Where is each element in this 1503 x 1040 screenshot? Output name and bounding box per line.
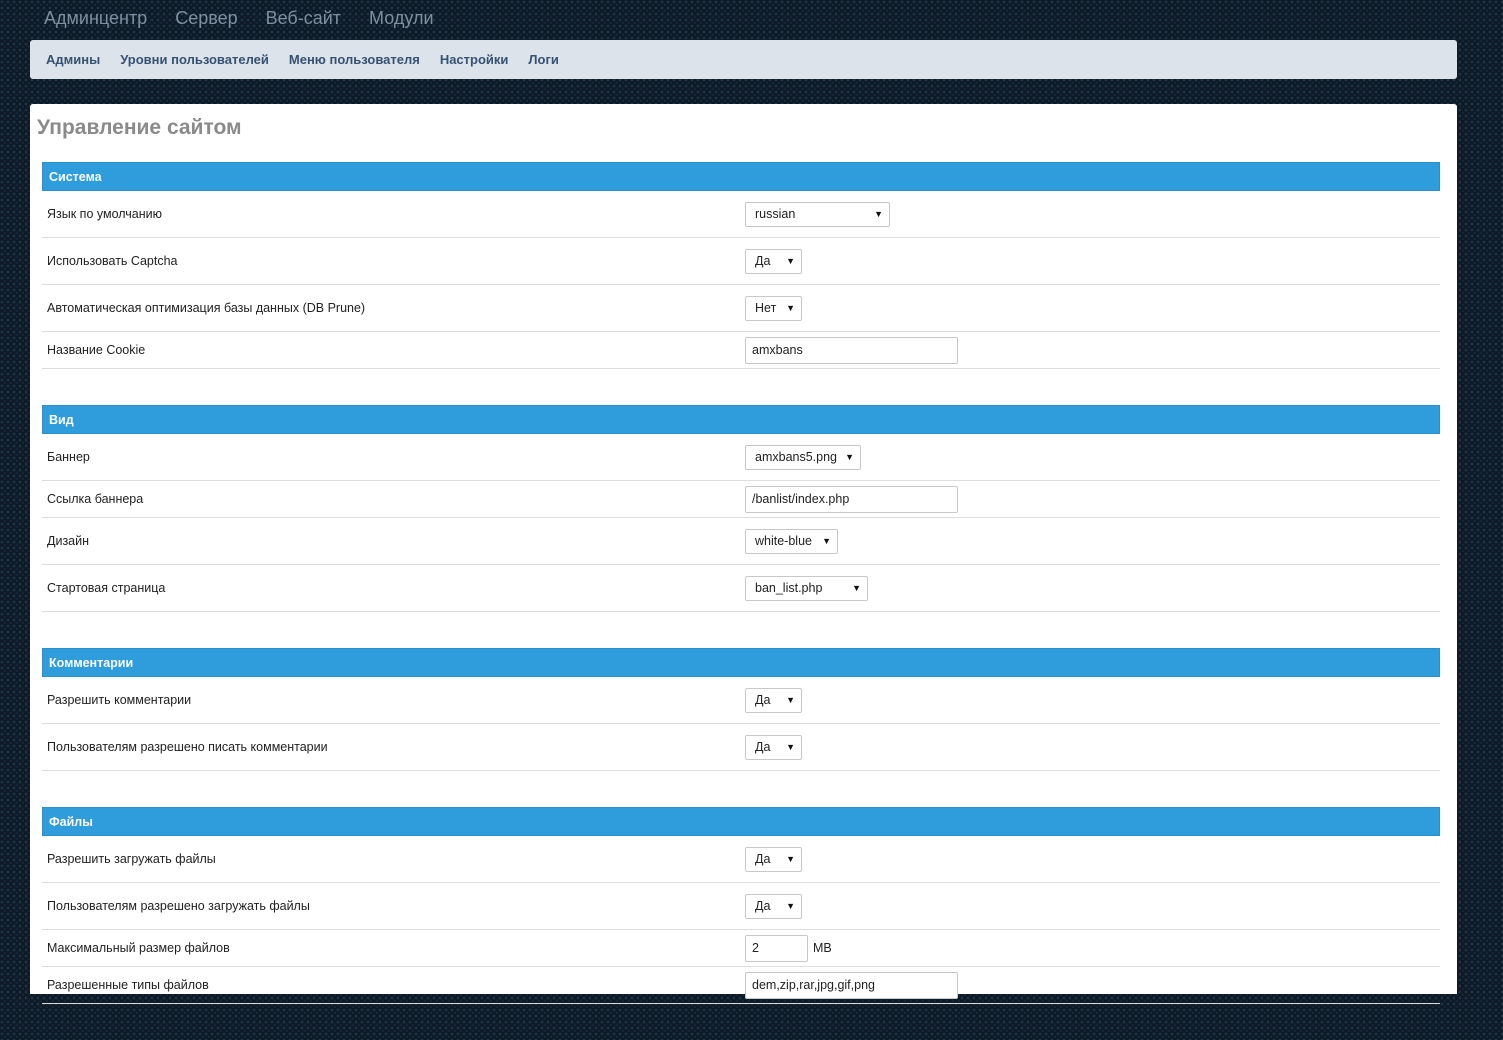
- setting-row: Название Cookie: [42, 332, 1440, 369]
- setting-label: Максимальный размер файлов: [47, 941, 230, 955]
- banner-select[interactable]: amxbans5.png ▼: [745, 444, 861, 470]
- topnav-modules[interactable]: Модули: [369, 6, 433, 32]
- section-system: Система Язык по умолчанию russian ▼ Испо…: [42, 162, 1440, 369]
- file-types-input[interactable]: [745, 971, 958, 999]
- allow-comments-select-value: Да: [755, 692, 771, 707]
- setting-label: Название Cookie: [47, 343, 146, 357]
- setting-row: Пользователям разрешено загружать файлы …: [42, 883, 1440, 930]
- setting-row: Максимальный размер файлов MB: [42, 930, 1440, 967]
- users-comment-select[interactable]: Да ▼: [745, 734, 802, 760]
- setting-row: Разрешенные типы файлов: [42, 967, 1440, 1004]
- setting-label: Разрешенные типы файлов: [47, 978, 209, 992]
- subnav-logs[interactable]: Логи: [528, 52, 558, 67]
- cookie-name-input[interactable]: [745, 336, 958, 364]
- setting-row: Ссылка баннера: [42, 481, 1440, 518]
- section-header-view: Вид: [42, 405, 1440, 434]
- subnav-settings[interactable]: Настройки: [440, 52, 509, 67]
- dropdown-arrow-icon: ▼: [822, 535, 831, 546]
- users-comment-select-value: Да: [755, 739, 771, 754]
- setting-row: Пользователям разрешено писать комментар…: [42, 724, 1440, 771]
- setting-row: Автоматическая оптимизация базы данных (…: [42, 285, 1440, 332]
- section-view: Вид Баннер amxbans5.png ▼ Ссылка баннера…: [42, 405, 1440, 612]
- page-title: Управление сайтом: [37, 116, 242, 139]
- setting-row: Дизайн white-blue ▼: [42, 518, 1440, 565]
- users-upload-select-value: Да: [755, 898, 771, 913]
- setting-row: Баннер amxbans5.png ▼: [42, 434, 1440, 481]
- setting-label: Пользователям разрешено загружать файлы: [47, 899, 310, 913]
- setting-label: Язык по умолчанию: [47, 207, 163, 221]
- setting-row: Разрешить загружать файлы Да ▼: [42, 836, 1440, 883]
- section-header-comments: Комментарии: [42, 648, 1440, 677]
- dropdown-arrow-icon: ▼: [874, 208, 883, 219]
- dropdown-arrow-icon: ▼: [786, 255, 795, 266]
- banner-link-input[interactable]: [745, 485, 958, 513]
- setting-label: Разрешить загружать файлы: [47, 852, 216, 866]
- language-select[interactable]: russian ▼: [745, 201, 890, 227]
- subnav-user-levels[interactable]: Уровни пользователей: [120, 52, 269, 67]
- start-page-select-value: ban_list.php: [755, 580, 823, 595]
- dropdown-arrow-icon: ▼: [786, 741, 795, 752]
- setting-row: Использовать Captcha Да ▼: [42, 238, 1440, 285]
- setting-row: Стартовая страница ban_list.php ▼: [42, 565, 1440, 612]
- users-upload-select[interactable]: Да ▼: [745, 893, 802, 919]
- section-header-files: Файлы: [42, 807, 1440, 836]
- sub-nav: Админы Уровни пользователей Меню пользов…: [30, 40, 1457, 79]
- setting-label: Автоматическая оптимизация базы данных (…: [47, 301, 366, 315]
- start-page-select[interactable]: ban_list.php ▼: [745, 575, 868, 601]
- top-nav: Админцентр Сервер Веб-сайт Модули: [44, 6, 462, 32]
- topnav-server[interactable]: Сервер: [175, 6, 237, 32]
- design-select[interactable]: white-blue ▼: [745, 528, 838, 554]
- captcha-select[interactable]: Да ▼: [745, 248, 802, 274]
- setting-label: Ссылка баннера: [47, 492, 144, 506]
- allow-upload-select[interactable]: Да ▼: [745, 846, 802, 872]
- setting-row: Разрешить комментарии Да ▼: [42, 677, 1440, 724]
- section-comments: Комментарии Разрешить комментарии Да ▼ П…: [42, 648, 1440, 771]
- setting-row: Язык по умолчанию russian ▼: [42, 191, 1440, 238]
- setting-label: Использовать Captcha: [47, 254, 178, 268]
- db-prune-select-value: Нет: [755, 300, 777, 315]
- setting-label: Разрешить комментарии: [47, 693, 192, 707]
- dropdown-arrow-icon: ▼: [852, 582, 861, 593]
- setting-label: Пользователям разрешено писать комментар…: [47, 740, 328, 754]
- setting-label: Стартовая страница: [47, 581, 166, 595]
- banner-select-value: amxbans5.png: [755, 449, 838, 464]
- section-header-system: Система: [42, 162, 1440, 191]
- design-select-value: white-blue: [755, 533, 812, 548]
- file-size-unit: MB: [813, 941, 832, 955]
- allow-upload-select-value: Да: [755, 851, 771, 866]
- captcha-select-value: Да: [755, 253, 771, 268]
- settings-sections: Система Язык по умолчанию russian ▼ Испо…: [42, 162, 1440, 1040]
- dropdown-arrow-icon: ▼: [786, 302, 795, 313]
- allow-comments-select[interactable]: Да ▼: [745, 687, 802, 713]
- section-files: Файлы Разрешить загружать файлы Да ▼ Пол…: [42, 807, 1440, 1004]
- topnav-website[interactable]: Веб-сайт: [266, 6, 341, 32]
- topnav-admincenter[interactable]: Админцентр: [44, 6, 147, 32]
- dropdown-arrow-icon: ▼: [786, 694, 795, 705]
- max-file-size-input[interactable]: [745, 934, 808, 962]
- dropdown-arrow-icon: ▼: [845, 451, 854, 462]
- language-select-value: russian: [755, 206, 796, 221]
- subnav-admins[interactable]: Админы: [46, 52, 100, 67]
- setting-label: Баннер: [47, 450, 90, 464]
- setting-label: Дизайн: [47, 534, 90, 548]
- dropdown-arrow-icon: ▼: [786, 900, 795, 911]
- db-prune-select[interactable]: Нет ▼: [745, 295, 802, 321]
- settings-panel: Управление сайтом Система Язык по умолча…: [30, 104, 1457, 1004]
- dropdown-arrow-icon: ▼: [786, 853, 795, 864]
- subnav-user-menu[interactable]: Меню пользователя: [289, 52, 420, 67]
